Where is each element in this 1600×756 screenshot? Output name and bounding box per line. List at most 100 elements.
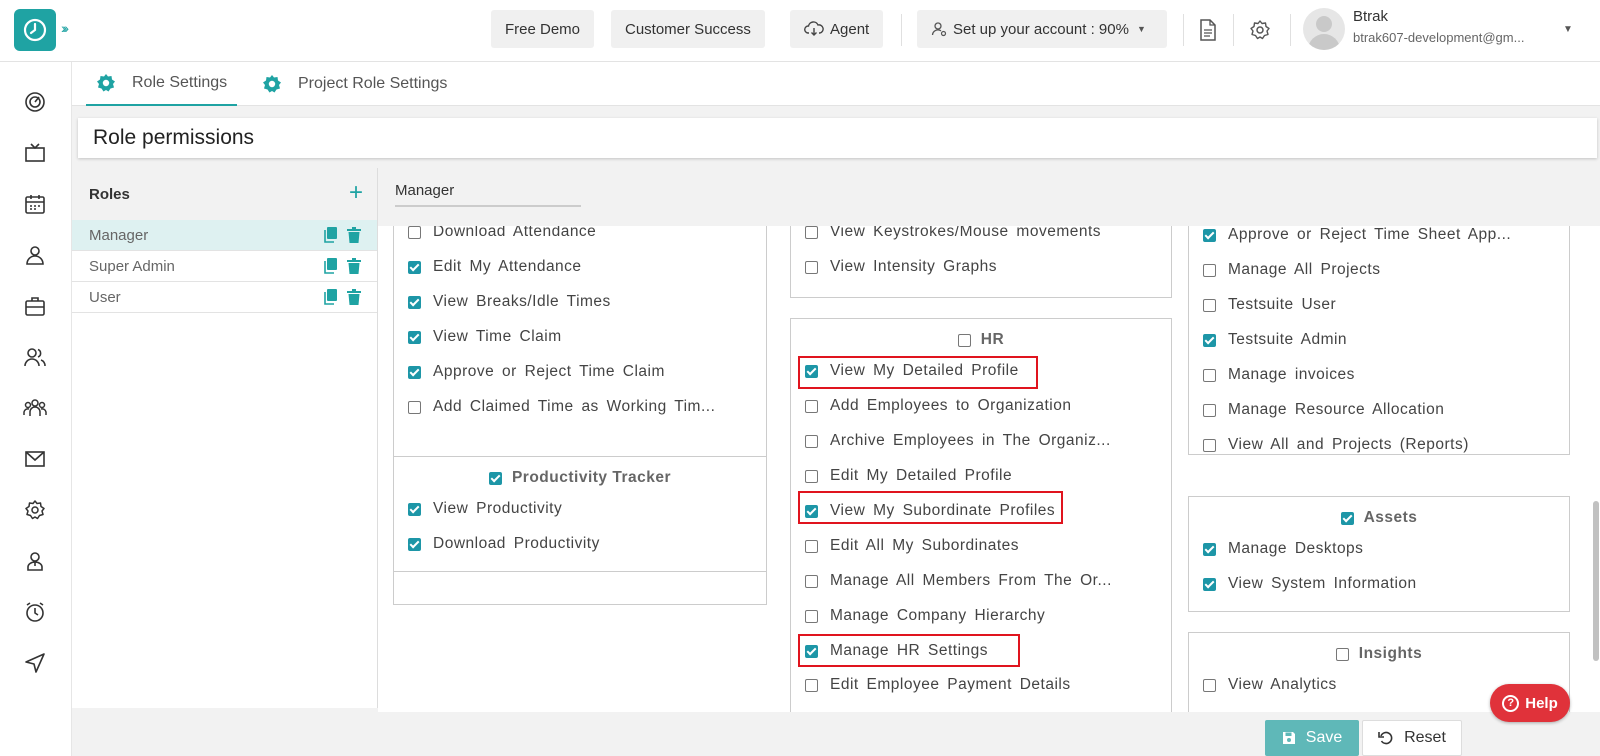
permission-approve-time-claim[interactable]: Approve or Reject Time Claim [408, 363, 665, 381]
checkbox[interactable] [1203, 228, 1216, 242]
profile-badge-icon[interactable] [22, 548, 48, 574]
checkbox[interactable] [408, 225, 421, 239]
dashboard-icon[interactable] [22, 89, 48, 115]
checkbox[interactable] [1203, 577, 1216, 591]
checkbox[interactable] [1203, 403, 1216, 417]
role-item-super-admin[interactable]: Super Admin [72, 251, 377, 282]
checkbox[interactable] [1203, 542, 1216, 556]
checkbox[interactable] [408, 260, 421, 274]
user-menu-chevron-icon[interactable]: ▼ [1563, 24, 1573, 35]
help-button[interactable]: ? Help [1490, 684, 1570, 722]
checkbox[interactable] [1203, 333, 1216, 347]
expand-menu-icon[interactable]: ››› [61, 20, 69, 36]
user-avatar[interactable] [1303, 8, 1345, 50]
customer-success-button[interactable]: Customer Success [611, 10, 765, 48]
checkbox[interactable] [805, 574, 818, 588]
users-icon[interactable] [22, 344, 48, 370]
app-logo[interactable] [14, 9, 56, 51]
checkbox[interactable] [488, 471, 502, 485]
selected-role-field[interactable]: Manager [395, 182, 581, 207]
permission-view-breaks[interactable]: View Breaks/Idle Times [408, 293, 611, 311]
checkbox[interactable] [408, 330, 421, 344]
role-item-user[interactable]: User [72, 282, 377, 313]
add-role-icon[interactable]: + [349, 179, 363, 207]
tab-role-settings[interactable]: Role Settings [86, 62, 238, 106]
permission-edit-my-detailed-profile[interactable]: Edit My Detailed Profile [805, 467, 1012, 485]
checkbox[interactable] [408, 537, 421, 551]
permission-manage-all-projects[interactable]: Manage All Projects [1203, 261, 1381, 279]
settings-gear-icon[interactable] [1248, 18, 1272, 42]
assets-title[interactable]: Assets [1189, 509, 1569, 527]
setup-account-dropdown[interactable]: Set up your account : 90% ▼ [917, 10, 1167, 48]
role-item-manager[interactable]: Manager [72, 220, 377, 251]
permission-archive-employees[interactable]: Archive Employees in The Organiz... [805, 432, 1111, 450]
hr-title[interactable]: HR [791, 331, 1171, 349]
permission-manage-all-members[interactable]: Manage All Members From The Or... [805, 572, 1112, 590]
checkbox[interactable] [805, 609, 818, 623]
tab-project-role-settings[interactable]: Project Role Settings [262, 62, 447, 106]
checkbox[interactable] [1203, 298, 1216, 312]
permission-view-time-claim[interactable]: View Time Claim [408, 328, 562, 346]
permission-edit-all-subordinates[interactable]: Edit All My Subordinates [805, 537, 1019, 555]
permission-manage-desktops[interactable]: Manage Desktops [1203, 540, 1363, 558]
permission-manage-resource-allocation[interactable]: Manage Resource Allocation [1203, 401, 1444, 419]
tv-icon[interactable] [22, 140, 48, 166]
checkbox[interactable] [805, 399, 818, 413]
checkbox[interactable] [805, 434, 818, 448]
team-icon[interactable] [22, 395, 48, 421]
vertical-scrollbar[interactable] [1590, 226, 1600, 712]
delete-icon[interactable] [347, 258, 361, 278]
mail-icon[interactable] [22, 446, 48, 472]
delete-icon[interactable] [347, 289, 361, 309]
send-icon[interactable] [22, 650, 48, 676]
user-icon[interactable] [22, 242, 48, 268]
free-demo-button[interactable]: Free Demo [491, 10, 595, 48]
checkbox[interactable] [957, 333, 971, 347]
permission-view-productivity[interactable]: View Productivity [408, 500, 562, 518]
permission-approve-timesheet[interactable]: Approve or Reject Time Sheet App... [1203, 226, 1511, 244]
checkbox[interactable] [805, 539, 818, 553]
permission-download-productivity[interactable]: Download Productivity [408, 535, 600, 553]
permission-edit-my-attendance[interactable]: Edit My Attendance [408, 258, 582, 276]
checkbox[interactable] [805, 469, 818, 483]
document-icon[interactable] [1196, 18, 1220, 42]
calendar-icon[interactable] [22, 191, 48, 217]
alarm-clock-icon[interactable] [22, 599, 48, 625]
copy-icon[interactable] [323, 289, 337, 309]
delete-icon[interactable] [347, 227, 361, 247]
checkbox[interactable] [408, 502, 421, 516]
copy-icon[interactable] [323, 258, 337, 278]
permission-view-all-projects[interactable]: View All and Projects (Reports) [1203, 436, 1469, 454]
copy-icon[interactable] [323, 227, 337, 247]
checkbox[interactable] [1335, 647, 1349, 661]
checkbox[interactable] [1203, 438, 1216, 452]
checkbox[interactable] [408, 400, 421, 414]
permission-manage-company-hierarchy[interactable]: Manage Company Hierarchy [805, 607, 1045, 625]
permission-view-analytics[interactable]: View Analytics [1203, 676, 1337, 694]
permission-testsuite-admin[interactable]: Testsuite Admin [1203, 331, 1347, 349]
permission-manage-invoices[interactable]: Manage invoices [1203, 366, 1355, 384]
permission-edit-employee-payment[interactable]: Edit Employee Payment Details [805, 676, 1071, 694]
scrollbar-thumb[interactable] [1593, 501, 1599, 661]
checkbox[interactable] [1340, 511, 1354, 525]
briefcase-icon[interactable] [22, 293, 48, 319]
checkbox[interactable] [1203, 368, 1216, 382]
permission-add-employees[interactable]: Add Employees to Organization [805, 397, 1071, 415]
permission-view-system-information[interactable]: View System Information [1203, 575, 1417, 593]
checkbox[interactable] [805, 225, 818, 239]
reset-button[interactable]: Reset [1362, 720, 1462, 756]
checkbox[interactable] [1203, 678, 1216, 692]
save-button[interactable]: Save [1265, 720, 1359, 756]
permission-testsuite-user[interactable]: Testsuite User [1203, 296, 1336, 314]
settings-icon[interactable] [22, 497, 48, 523]
permission-add-claimed-time[interactable]: Add Claimed Time as Working Tim... [408, 398, 715, 416]
checkbox[interactable] [408, 295, 421, 309]
permission-view-intensity-graphs[interactable]: View Intensity Graphs [805, 258, 997, 276]
agent-button[interactable]: Agent [790, 10, 884, 48]
checkbox[interactable] [1203, 263, 1216, 277]
checkbox[interactable] [805, 260, 818, 274]
checkbox[interactable] [805, 678, 818, 692]
checkbox[interactable] [408, 365, 421, 379]
productivity-tracker-title[interactable]: Productivity Tracker [394, 469, 766, 487]
insights-title[interactable]: Insights [1189, 645, 1569, 663]
